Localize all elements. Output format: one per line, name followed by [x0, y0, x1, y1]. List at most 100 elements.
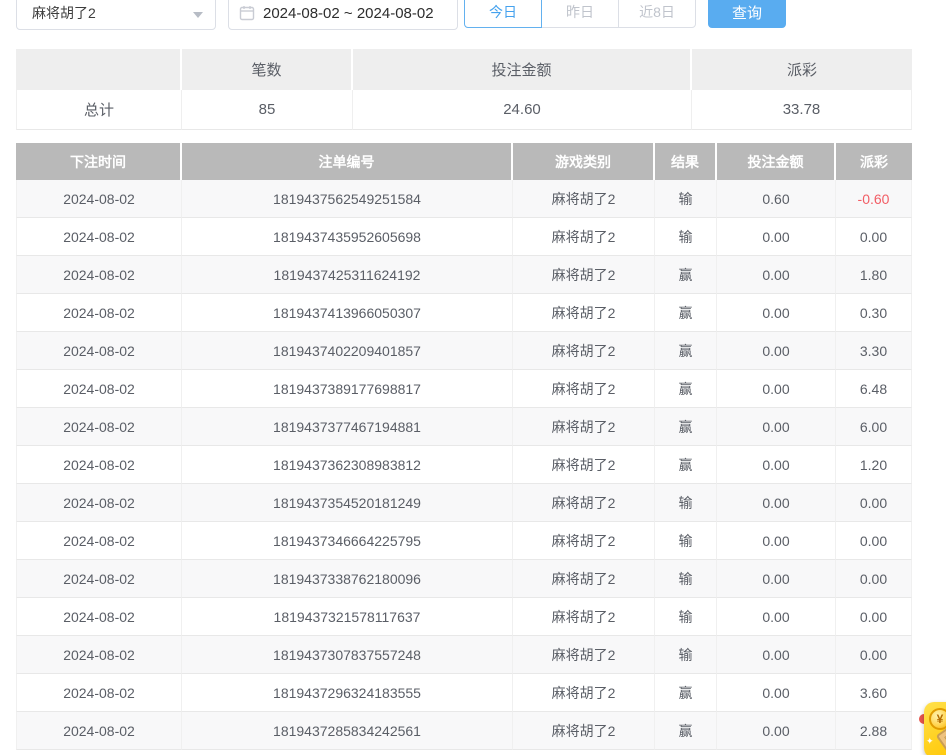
bet-amount-cell: 0.00	[717, 522, 836, 560]
last-8-days-button[interactable]: 近8日	[618, 0, 696, 28]
records-body: 2024-08-02 1819437562549251584 麻将胡了2 输 0…	[16, 180, 912, 750]
summary-total-row: 总计 85 24.60 33.78	[16, 90, 912, 130]
col-bet-time: 下注时间	[16, 143, 182, 180]
table-row: 2024-08-02 1819437285834242561 麻将胡了2 赢 0…	[16, 712, 912, 750]
table-row: 2024-08-02 1819437321578117637 麻将胡了2 输 0…	[16, 598, 912, 636]
col-payout: 派彩	[836, 143, 912, 180]
order-id-cell: 1819437296324183555	[182, 674, 513, 712]
bet-time-cell: 2024-08-02	[16, 560, 182, 598]
bet-amount-cell: 0.00	[717, 636, 836, 674]
bet-time-cell: 2024-08-02	[16, 522, 182, 560]
bet-amount-cell: 0.00	[717, 674, 836, 712]
bet-time-cell: 2024-08-02	[16, 674, 182, 712]
order-id-cell: 1819437425311624192	[182, 256, 513, 294]
game-category-cell: 麻将胡了2	[513, 636, 655, 674]
order-id-cell: 1819437562549251584	[182, 180, 513, 218]
summary-total-payout: 33.78	[692, 90, 912, 130]
summary-col-count: 笔数	[182, 49, 353, 90]
game-category-cell: 麻将胡了2	[513, 712, 655, 750]
order-id-cell: 1819437435952605698	[182, 218, 513, 256]
game-category-cell: 麻将胡了2	[513, 522, 655, 560]
order-id-cell: 1819437321578117637	[182, 598, 513, 636]
bet-amount-cell: 0.00	[717, 294, 836, 332]
coin-icon: ¥	[929, 708, 946, 730]
bet-time-cell: 2024-08-02	[16, 446, 182, 484]
result-cell: 输	[655, 598, 717, 636]
order-id-cell: 1819437346664225795	[182, 522, 513, 560]
result-cell: 赢	[655, 370, 717, 408]
table-row: 2024-08-02 1819437296324183555 麻将胡了2 赢 0…	[16, 674, 912, 712]
game-category-cell: 麻将胡了2	[513, 218, 655, 256]
result-cell: 输	[655, 560, 717, 598]
today-button[interactable]: 今日	[464, 0, 542, 28]
col-game-category: 游戏类别	[513, 143, 655, 180]
game-category-cell: 麻将胡了2	[513, 370, 655, 408]
payout-cell: 0.00	[836, 522, 912, 560]
bet-time-cell: 2024-08-02	[16, 218, 182, 256]
bet-time-cell: 2024-08-02	[16, 598, 182, 636]
payout-cell: 3.60	[836, 674, 912, 712]
game-category-cell: 麻将胡了2	[513, 256, 655, 294]
bet-amount-cell: 0.00	[717, 332, 836, 370]
summary-total-label: 总计	[16, 90, 182, 130]
bet-time-cell: 2024-08-02	[16, 408, 182, 446]
betting-records-page: 麻将胡了2 2024-08-02 ~ 2024-08-02 今日 昨日 近8日 …	[0, 0, 946, 755]
filter-toolbar: 麻将胡了2 2024-08-02 ~ 2024-08-02 今日 昨日 近8日 …	[16, 0, 946, 30]
rewards-button[interactable]: ¥ ✦	[924, 702, 946, 755]
order-id-cell: 1819437285834242561	[182, 712, 513, 750]
sparkle-icon: ✦	[926, 736, 934, 747]
bet-amount-cell: 0.00	[717, 598, 836, 636]
payout-cell: 0.00	[836, 218, 912, 256]
result-cell: 输	[655, 636, 717, 674]
date-range-value: 2024-08-02 ~ 2024-08-02	[263, 5, 434, 22]
col-bet-amount: 投注金额	[717, 143, 836, 180]
game-category-cell: 麻将胡了2	[513, 408, 655, 446]
payout-cell: 2.88	[836, 712, 912, 750]
payout-cell: 1.80	[836, 256, 912, 294]
order-id-cell: 1819437389177698817	[182, 370, 513, 408]
calendar-icon	[239, 5, 255, 21]
date-range-input[interactable]: 2024-08-02 ~ 2024-08-02	[228, 0, 458, 30]
table-row: 2024-08-02 1819437389177698817 麻将胡了2 赢 0…	[16, 370, 912, 408]
records-table: 下注时间 注单编号 游戏类别 结果 投注金额 派彩 2024-08-02 181…	[16, 143, 912, 750]
order-id-cell: 1819437402209401857	[182, 332, 513, 370]
summary-total-count: 85	[182, 90, 353, 130]
game-category-cell: 麻将胡了2	[513, 484, 655, 522]
payout-cell: 1.20	[836, 446, 912, 484]
table-row: 2024-08-02 1819437413966050307 麻将胡了2 赢 0…	[16, 294, 912, 332]
bet-time-cell: 2024-08-02	[16, 636, 182, 674]
result-cell: 输	[655, 522, 717, 560]
result-cell: 赢	[655, 712, 717, 750]
game-select-value: 麻将胡了2	[32, 3, 96, 23]
records-header-row: 下注时间 注单编号 游戏类别 结果 投注金额 派彩	[16, 143, 912, 180]
game-category-cell: 麻将胡了2	[513, 294, 655, 332]
payout-cell: 0.00	[836, 484, 912, 522]
game-category-cell: 麻将胡了2	[513, 598, 655, 636]
result-cell: 输	[655, 484, 717, 522]
bet-time-cell: 2024-08-02	[16, 332, 182, 370]
result-cell: 输	[655, 218, 717, 256]
bet-amount-cell: 0.00	[717, 218, 836, 256]
table-row: 2024-08-02 1819437307837557248 麻将胡了2 输 0…	[16, 636, 912, 674]
bet-time-cell: 2024-08-02	[16, 712, 182, 750]
payout-cell: 0.30	[836, 294, 912, 332]
table-row: 2024-08-02 1819437402209401857 麻将胡了2 赢 0…	[16, 332, 912, 370]
result-cell: 赢	[655, 408, 717, 446]
game-category-cell: 麻将胡了2	[513, 180, 655, 218]
table-row: 2024-08-02 1819437425311624192 麻将胡了2 赢 0…	[16, 256, 912, 294]
query-button[interactable]: 查询	[708, 0, 786, 28]
game-category-cell: 麻将胡了2	[513, 332, 655, 370]
result-cell: 赢	[655, 256, 717, 294]
summary-col-blank	[16, 49, 182, 90]
game-category-cell: 麻将胡了2	[513, 674, 655, 712]
payout-cell: 6.00	[836, 408, 912, 446]
table-row: 2024-08-02 1819437346664225795 麻将胡了2 输 0…	[16, 522, 912, 560]
game-select[interactable]: 麻将胡了2	[16, 0, 216, 30]
floating-promo-widget[interactable]: ¥ ✦	[922, 702, 946, 755]
bet-time-cell: 2024-08-02	[16, 180, 182, 218]
table-row: 2024-08-02 1819437562549251584 麻将胡了2 输 0…	[16, 180, 912, 218]
table-row: 2024-08-02 1819437377467194881 麻将胡了2 赢 0…	[16, 408, 912, 446]
col-order-id: 注单编号	[182, 143, 513, 180]
yesterday-button[interactable]: 昨日	[541, 0, 619, 28]
order-id-cell: 1819437413966050307	[182, 294, 513, 332]
